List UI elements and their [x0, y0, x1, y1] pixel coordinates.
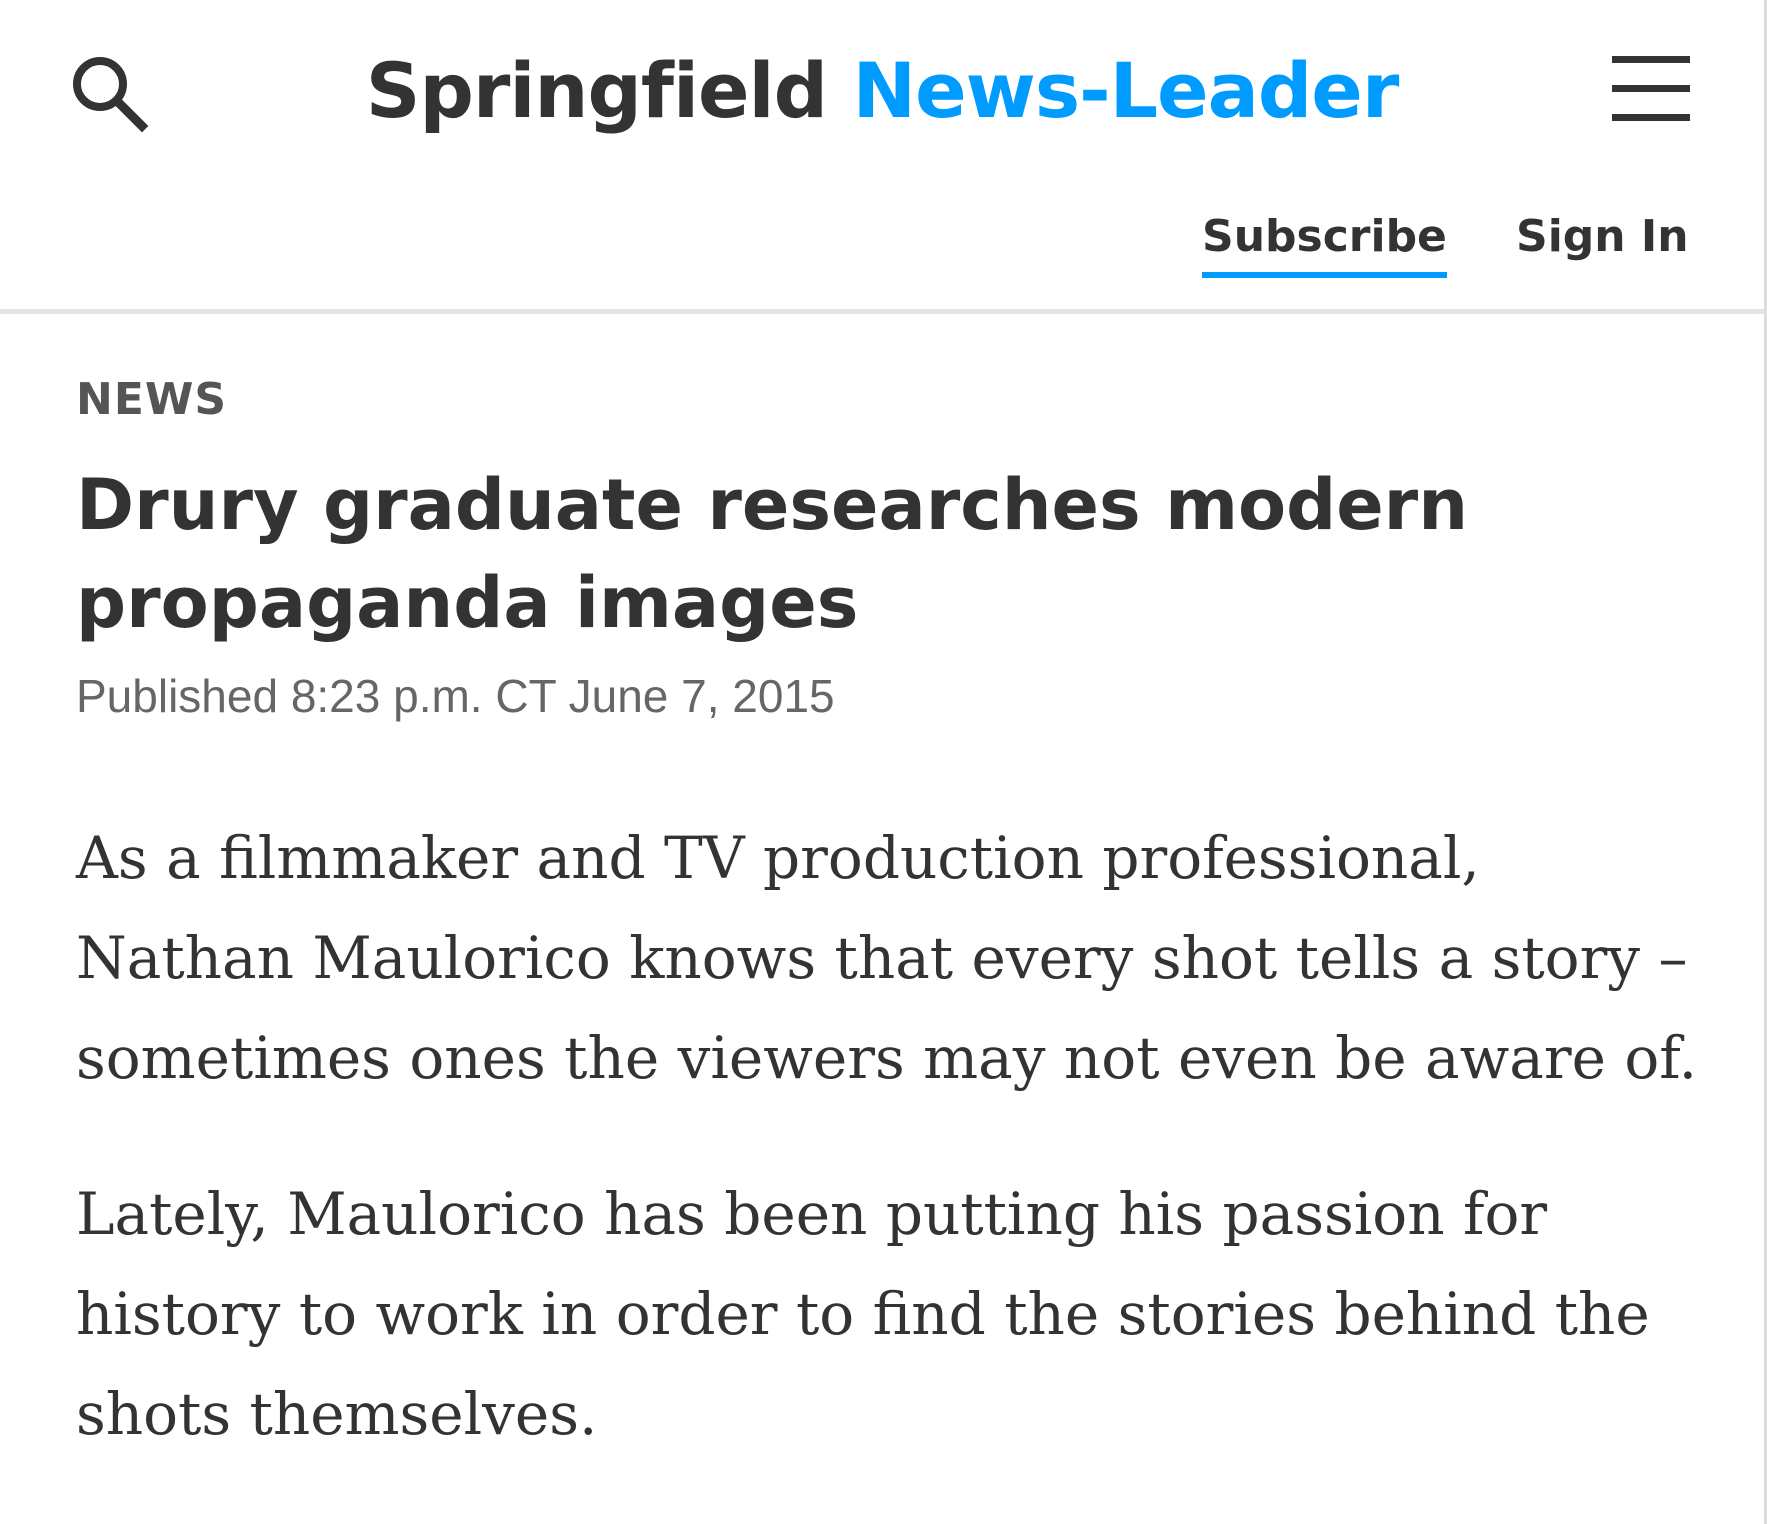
- publish-timestamp: Published 8:23 p.m. CT June 7, 2015: [76, 670, 835, 722]
- subscribe-link[interactable]: Subscribe: [1202, 208, 1447, 278]
- menu-icon-bar: [1612, 85, 1690, 92]
- menu-button[interactable]: [1612, 56, 1690, 122]
- sign-in-link[interactable]: Sign In: [1516, 208, 1689, 266]
- menu-icon: [1612, 56, 1690, 63]
- header-divider: [0, 309, 1764, 314]
- site-header: Springfield News-Leader Subscribe Sign I…: [0, 0, 1764, 312]
- article-paragraph-1: As a filmmaker and TV production profess…: [76, 824, 1698, 1092]
- brand-name-secondary: News-Leader: [852, 46, 1399, 135]
- section-label[interactable]: NEWS: [76, 370, 227, 430]
- menu-icon-bar: [1612, 114, 1690, 121]
- brand-name-primary: Springfield: [365, 46, 828, 135]
- article-headline: Drury graduate researches modern propaga…: [76, 464, 1469, 644]
- site-logo[interactable]: Springfield News-Leader: [0, 36, 1764, 146]
- article-paragraph-2: Lately, Maulorico has been putting his p…: [76, 1180, 1650, 1448]
